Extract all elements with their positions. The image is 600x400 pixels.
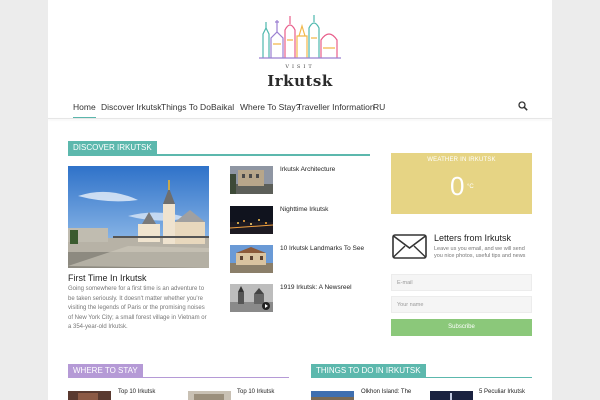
post-thumbnail-landmarks[interactable] <box>230 245 273 273</box>
nav-item-baikal[interactable]: Baikal <box>211 102 234 112</box>
search-icon[interactable] <box>518 101 528 111</box>
nav-item-discover-irkutsk[interactable]: Discover Irkutsk <box>101 102 161 112</box>
where-to-stay-section-rule <box>68 377 289 378</box>
post-title-nighttime[interactable]: Nighttime Irkutsk <box>280 206 328 213</box>
subscribe-button[interactable]: Subscribe <box>391 319 532 336</box>
post-title-landmarks[interactable]: 10 Irkutsk Landmarks To See <box>280 245 364 252</box>
nav-item-things-to-do[interactable]: Things To Do <box>161 102 211 112</box>
weather-unit: °C <box>467 184 474 190</box>
hero-post-excerpt: Going somewhere for a first time is an a… <box>68 286 207 330</box>
nav-item-ru[interactable]: RU <box>373 102 385 112</box>
newsletter-title: Letters from Irkutsk <box>434 233 512 243</box>
logo-name-text: Irkutsk <box>267 72 333 90</box>
nav-divider <box>48 118 552 119</box>
envelope-icon <box>392 234 427 259</box>
weather-temperature: 0 <box>450 171 465 201</box>
post-thumbnail-nighttime[interactable] <box>230 206 273 234</box>
where-to-stay-section-header: WHERE TO STAY <box>68 364 289 379</box>
nav-item-traveller-information[interactable]: Traveller Information <box>297 102 375 112</box>
post-title-architecture[interactable]: Irkutsk Architecture <box>280 166 335 173</box>
nav-item-where-to-stay[interactable]: Where To Stay? <box>240 102 300 112</box>
email-field[interactable] <box>391 274 532 291</box>
name-field[interactable] <box>391 296 532 313</box>
post-thumbnail-architecture[interactable] <box>230 166 273 194</box>
post-thumbnail-top10-b[interactable] <box>188 390 231 400</box>
main-nav: Home Discover Irkutsk Things To Do Baika… <box>68 98 532 119</box>
post-thumbnail-olkhon[interactable] <box>311 390 354 400</box>
post-title-newsreel[interactable]: 1919 Irkutsk: A Newsreel <box>280 284 352 291</box>
post-thumbnail-peculiar[interactable] <box>430 390 473 400</box>
logo-visit-text: VISIT <box>285 64 315 70</box>
city-skyline-icon <box>259 15 341 59</box>
post-title-olkhon[interactable]: Olkhon Island: The <box>361 389 411 395</box>
discover-section-header: DISCOVER IRKUTSK <box>68 141 370 156</box>
discover-section-title[interactable]: DISCOVER IRKUTSK <box>68 141 157 154</box>
site-logo[interactable]: VISIT Irkutsk <box>253 10 347 90</box>
weather-widget: WEATHER IN IRKUTSK 0 °C <box>391 153 532 214</box>
post-thumbnail-top10-a[interactable] <box>68 390 111 400</box>
post-title-peculiar[interactable]: 5 Peculiar Irkutsk <box>479 389 525 395</box>
things-to-do-section-title[interactable]: THINGS TO DO IN IRKUTSK <box>311 364 426 377</box>
hero-image[interactable] <box>68 166 209 268</box>
page: VISIT Irkutsk Home Discover Irkutsk Thin… <box>48 0 552 400</box>
things-to-do-section-header: THINGS TO DO IN IRKUTSK <box>311 364 532 379</box>
things-to-do-section-rule <box>311 377 532 378</box>
discover-section-rule <box>68 154 370 156</box>
post-thumbnail-newsreel[interactable] <box>230 284 273 312</box>
nav-item-home[interactable]: Home <box>73 102 96 119</box>
weather-label: WEATHER IN IRKUTSK <box>427 157 496 163</box>
newsletter-description: Leave us you email, and we will send you… <box>434 246 526 259</box>
post-title-top10-b[interactable]: Top 10 Irkutsk <box>237 389 274 395</box>
hero-post-title[interactable]: First Time In Irkutsk <box>68 273 147 283</box>
post-title-top10-a[interactable]: Top 10 Irkutsk <box>118 389 155 395</box>
where-to-stay-section-title[interactable]: WHERE TO STAY <box>68 364 143 377</box>
